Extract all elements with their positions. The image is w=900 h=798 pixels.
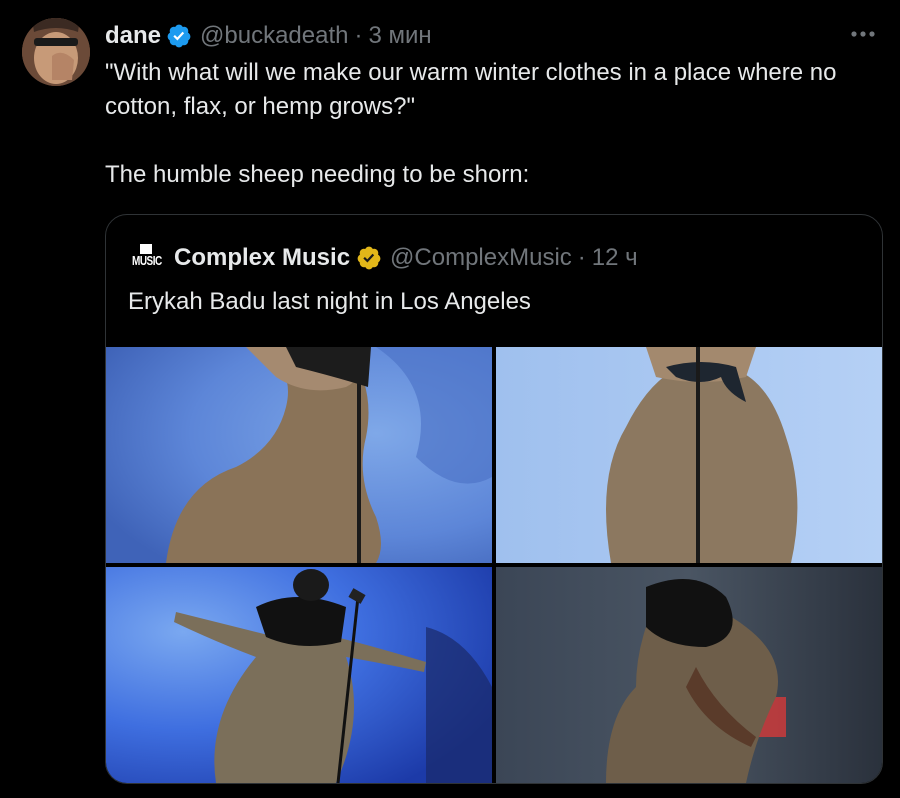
quoted-author-handle[interactable]: @ComplexMusic xyxy=(390,244,572,272)
more-horizontal-icon xyxy=(851,31,875,37)
avatar-image xyxy=(22,18,90,86)
gold-verified-badge-icon xyxy=(356,245,382,271)
author-display-name[interactable]: dane xyxy=(105,22,161,50)
media-photo-2[interactable] xyxy=(496,347,882,563)
verified-badge-icon xyxy=(166,23,192,49)
media-grid xyxy=(106,347,882,783)
complex-music-logo-icon: MUSIC xyxy=(132,244,162,272)
quoted-tweet-text: Erykah Badu last night in Los Angeles xyxy=(128,288,531,315)
tweet-text-line-1: "With what will we make our warm winter … xyxy=(105,59,837,120)
tweet-body: "With what will we make our warm winter … xyxy=(105,56,885,192)
quoted-tweet-header: MUSIC Complex Music @ComplexMusic · 12 ч xyxy=(132,241,638,275)
tweet-header: dane @buckadeath · 3 мин xyxy=(105,20,432,52)
media-photo-3[interactable] xyxy=(106,567,492,783)
quoted-tweet-card[interactable]: MUSIC Complex Music @ComplexMusic · 12 ч… xyxy=(105,214,883,784)
quoted-timestamp[interactable]: 12 ч xyxy=(592,244,638,272)
more-options-button[interactable] xyxy=(848,22,878,46)
author-avatar[interactable] xyxy=(22,18,90,86)
media-photo-1[interactable] xyxy=(106,347,492,563)
media-photo-4[interactable] xyxy=(496,567,882,783)
separator-dot: · xyxy=(354,22,363,49)
tweet-text-line-2: The humble sheep needing to be shorn: xyxy=(105,161,530,188)
quoted-author-display-name[interactable]: Complex Music xyxy=(174,244,350,272)
tweet-timestamp[interactable]: 3 мин xyxy=(368,22,431,50)
quoted-separator-dot: · xyxy=(577,244,586,271)
logo-text: MUSIC xyxy=(132,254,162,269)
author-handle[interactable]: @buckadeath xyxy=(200,22,348,50)
